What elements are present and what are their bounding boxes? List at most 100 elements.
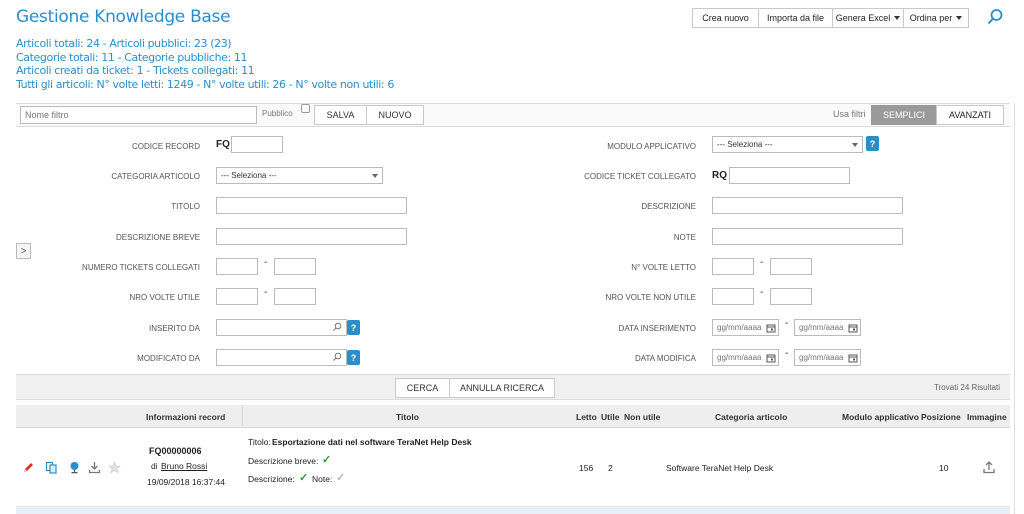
volte-utile-to-input[interactable] [274, 288, 316, 305]
pubblico-checkbox[interactable] [301, 104, 310, 113]
importa-da-file-button[interactable]: Importa da file [758, 8, 833, 28]
annulla-label: ANNULLA RICERCA [459, 383, 545, 393]
upload-icon[interactable] [982, 460, 996, 474]
crea-nuovo-button[interactable]: Crea nuovo [692, 8, 759, 28]
help-icon[interactable]: ? [866, 136, 879, 151]
descrizione-breve-label: DESCRIZIONE BREVE [115, 233, 200, 242]
col-posizione[interactable]: Posizione [921, 412, 961, 422]
check-icon: ✓ [322, 454, 332, 466]
article-title[interactable]: Esportazione dati nel software TeraNet H… [272, 437, 472, 447]
annulla-ricerca-button[interactable]: ANNULLA RICERCA [449, 378, 555, 398]
download-icon[interactable] [88, 461, 101, 474]
nro-volte-utile-label: NRO VOLTE UTILE [129, 293, 200, 302]
codice-record-prefix: FQ [216, 139, 230, 150]
nuovo-label: NUOVO [378, 110, 412, 120]
range-separator: - [785, 348, 789, 359]
cerca-button[interactable]: CERCA [395, 378, 450, 398]
search-action-bar: CERCA ANNULLA RICERCA Trovati 24 Risulta… [16, 374, 1010, 400]
calendar-icon[interactable] [848, 353, 858, 363]
author-link[interactable]: Bruno Rossi [161, 461, 207, 471]
descrizione-label: DESCRIZIONE [641, 202, 696, 211]
note-input[interactable] [712, 228, 903, 245]
check-icon: ✓ [299, 472, 309, 484]
scrollbar-track[interactable] [1014, 103, 1015, 514]
cerca-label: CERCA [406, 383, 439, 393]
descrizione-label: Descrizione: [248, 474, 295, 484]
dropdown-arrow-icon [852, 143, 858, 147]
letto-value: 156 [579, 463, 594, 473]
edit-pencil-icon[interactable] [22, 461, 35, 474]
search-icon[interactable] [332, 322, 342, 332]
publish-globe-icon[interactable] [68, 461, 81, 474]
search-icon[interactable] [986, 8, 1004, 26]
semplici-label: SEMPLICI [882, 110, 925, 120]
star-icon[interactable] [108, 461, 121, 474]
inserito-da-input[interactable] [216, 319, 347, 336]
calendar-icon[interactable] [766, 323, 776, 333]
col-immagine[interactable]: Immagine [967, 412, 1007, 422]
semplici-tab[interactable]: SEMPLICI [871, 105, 937, 125]
nome-filtro-input[interactable] [20, 106, 257, 124]
importa-label: Importa da file [766, 13, 825, 23]
note-label-row: Note: [312, 474, 333, 484]
check-icon: ✓ [336, 472, 346, 484]
col-categoria-articolo[interactable]: Categoria articolo [715, 412, 787, 422]
stats-line: Articoli totali: 24 - Articoli pubblici:… [16, 37, 232, 50]
nuovo-button[interactable]: NUOVO [366, 105, 424, 125]
usa-filtri-label: Usa filtri [833, 109, 866, 119]
volte-letto-to-input[interactable] [770, 258, 812, 275]
numero-tickets-to-input[interactable] [274, 258, 316, 275]
ordina-per-button[interactable]: Ordina per [903, 8, 969, 28]
col-titolo[interactable]: Titolo [396, 412, 419, 422]
col-non-utile[interactable]: Non utile [624, 412, 660, 422]
avanzati-tab[interactable]: AVANZATI [936, 105, 1004, 125]
inserito-da-label: INSERITO DA [149, 324, 200, 333]
descrizione-breve-input[interactable] [216, 228, 407, 245]
volte-non-utile-from-input[interactable] [712, 288, 754, 305]
caret-down-icon [894, 16, 901, 20]
col-letto[interactable]: Letto [576, 412, 597, 422]
posizione-value: 10 [939, 463, 949, 473]
stats-summary: Articoli totali: 24 - Articoli pubblici:… [16, 37, 394, 91]
genera-excel-label: Genera Excel [835, 13, 891, 23]
modulo-applicativo-select[interactable]: --- Seleziona --- [712, 136, 863, 153]
record-datetime: 19/09/2018 16:37:44 [147, 477, 225, 487]
expand-panel-button[interactable]: > [16, 243, 31, 259]
crea-nuovo-label: Crea nuovo [702, 13, 749, 23]
codice-ticket-input[interactable] [729, 167, 850, 184]
col-informazioni-record[interactable]: Informazioni record [146, 412, 225, 422]
descrizione-input[interactable] [712, 197, 903, 214]
volte-letto-from-input[interactable] [712, 258, 754, 275]
range-separator: - [264, 287, 268, 298]
numero-tickets-from-input[interactable] [216, 258, 258, 275]
modificato-da-input[interactable] [216, 349, 347, 366]
calendar-icon[interactable] [848, 323, 858, 333]
note-label: NOTE [673, 233, 696, 242]
page-title: Gestione Knowledge Base [16, 7, 231, 27]
col-modulo-applicativo[interactable]: Modulo applicativo [842, 412, 919, 422]
next-row-edge [16, 507, 1010, 514]
volte-utile-from-input[interactable] [216, 288, 258, 305]
help-icon[interactable]: ? [347, 350, 360, 365]
modulo-applicativo-label: MODULO APPLICATIVO [607, 142, 696, 151]
volte-non-utile-to-input[interactable] [770, 288, 812, 305]
stats-line: Articoli creati da ticket: 1 - Tickets c… [16, 64, 255, 77]
modificato-da-label: MODIFICATO DA [137, 354, 200, 363]
stats-line: Categorie totali: 11 - Categorie pubblic… [16, 50, 248, 64]
help-icon[interactable]: ? [347, 320, 360, 335]
salva-button[interactable]: SALVA [314, 105, 367, 125]
caret-down-icon [956, 16, 963, 20]
search-icon[interactable] [332, 352, 342, 362]
table-row[interactable]: FQ00000006 di Bruno Rossi 19/09/2018 16:… [16, 429, 1010, 507]
titolo-input[interactable] [216, 197, 407, 214]
calendar-icon[interactable] [766, 353, 776, 363]
range-separator: - [760, 287, 764, 298]
codice-record-input[interactable] [231, 136, 283, 153]
stats-line: Tutti gli articoli: N° volte letti: 1249… [16, 77, 394, 91]
categoria-articolo-label: CATEGORIA ARTICOLO [111, 172, 200, 181]
pubblico-label: Pubblico [262, 109, 293, 118]
col-utile[interactable]: Utile [601, 412, 619, 422]
genera-excel-button[interactable]: Genera Excel [832, 8, 904, 28]
duplicate-icon[interactable] [45, 461, 58, 474]
categoria-articolo-select[interactable]: --- Seleziona --- [216, 167, 383, 184]
